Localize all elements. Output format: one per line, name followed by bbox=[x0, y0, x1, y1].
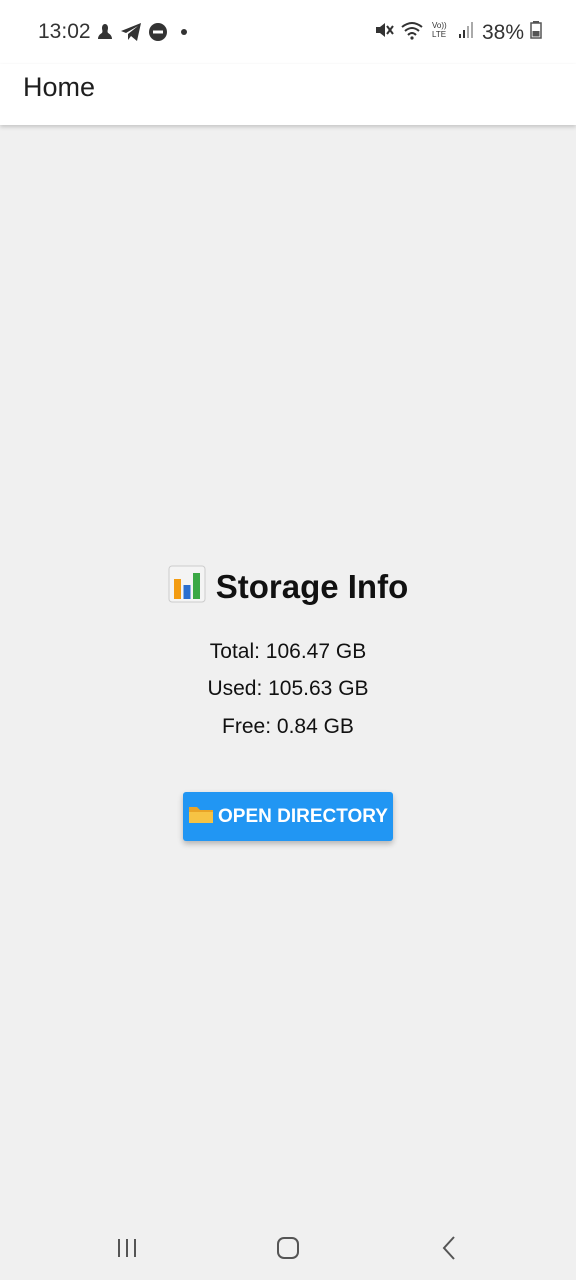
wifi-icon bbox=[400, 20, 424, 46]
status-left-icons bbox=[96, 22, 190, 48]
battery-icon bbox=[530, 20, 542, 46]
app-bar: Home bbox=[0, 64, 576, 125]
navigation-bar bbox=[0, 1220, 576, 1280]
signal-icon bbox=[458, 20, 476, 46]
recent-apps-icon[interactable] bbox=[116, 1237, 138, 1259]
bar-chart-icon bbox=[168, 565, 206, 608]
status-bar: 13:02 Vo)) LTE 38% bbox=[0, 0, 576, 64]
storage-heading: Storage Info bbox=[0, 565, 576, 608]
open-directory-button[interactable]: OPEN DIRECTORY bbox=[183, 792, 393, 841]
status-time: 13:02 bbox=[38, 20, 91, 43]
volte-icon: Vo)) LTE bbox=[430, 20, 452, 46]
svg-text:Vo)): Vo)) bbox=[432, 21, 447, 30]
total-storage: Total: 106.47 GB bbox=[209, 640, 367, 663]
page-title: Home bbox=[23, 72, 96, 102]
battery-text: 38% bbox=[481, 21, 524, 44]
mute-icon bbox=[374, 20, 394, 46]
telegram-icon bbox=[120, 22, 142, 48]
svg-text:LTE: LTE bbox=[432, 30, 446, 39]
storage-heading-text: Storage Info bbox=[215, 567, 409, 605]
open-directory-label: OPEN DIRECTORY bbox=[218, 805, 388, 827]
notification-icon bbox=[96, 22, 114, 48]
main-content: Storage Info Total: 106.47 GB Used: 105.… bbox=[0, 125, 576, 1220]
free-storage: Free: 0.84 GB bbox=[222, 715, 354, 738]
dot-icon bbox=[174, 22, 190, 48]
dnd-icon bbox=[148, 22, 168, 48]
back-icon[interactable] bbox=[440, 1235, 458, 1261]
home-icon[interactable] bbox=[276, 1236, 300, 1260]
folder-icon bbox=[188, 804, 214, 830]
used-storage: Used: 105.63 GB bbox=[207, 677, 369, 700]
status-right-icons: Vo)) LTE 38% bbox=[374, 20, 542, 46]
